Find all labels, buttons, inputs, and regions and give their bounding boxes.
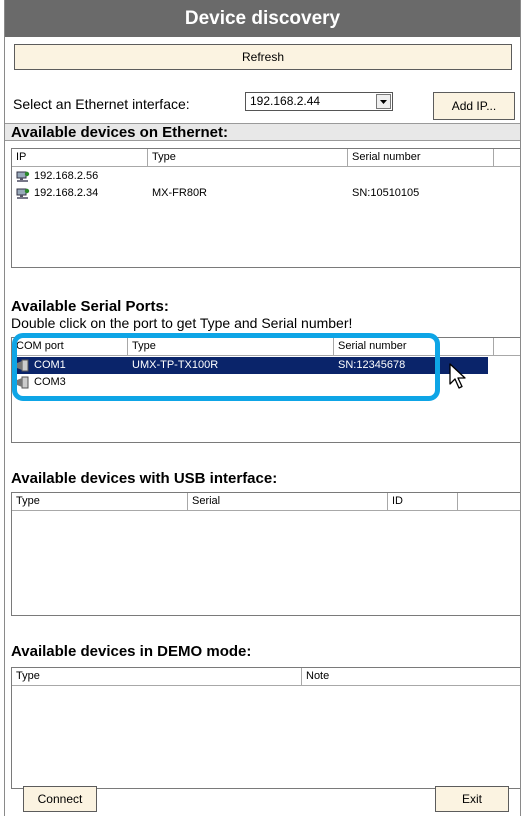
column-header-type[interactable]: Type: [12, 668, 302, 685]
serial-port-icon: [17, 359, 29, 372]
mouse-cursor-icon: [449, 363, 466, 389]
ethernet-device-row[interactable]: 192.168.2.34 MX-FR80R SN:10510105: [12, 185, 520, 202]
serial-port-name: COM3: [34, 376, 66, 388]
device-type: MX-FR80R: [152, 187, 208, 199]
demo-section-title: Available devices in DEMO mode:: [11, 643, 252, 660]
ethernet-interface-value: 192.168.2.44: [250, 94, 321, 108]
ethernet-section-title: Available devices on Ethernet:: [5, 123, 520, 141]
add-ip-button[interactable]: Add IP...: [433, 92, 515, 120]
device-ip: 192.168.2.34: [34, 187, 99, 199]
serial-section-title: Available Serial Ports:: [11, 298, 169, 315]
device-ip: 192.168.2.56: [34, 170, 99, 182]
column-header-com-port[interactable]: COM port: [12, 338, 128, 355]
ethernet-list-header: IP Type Serial number: [12, 149, 520, 167]
serial-port-list[interactable]: COM port Type Serial number COM1 UMX-TP-…: [11, 337, 520, 443]
serial-port-name: COM1: [34, 359, 66, 371]
device-serial: SN:10510105: [352, 187, 420, 199]
usb-section-title: Available devices with USB interface:: [11, 470, 278, 487]
serial-device-type: UMX-TP-TX100R: [132, 359, 219, 371]
column-header-type[interactable]: Type: [128, 338, 334, 355]
column-header-serial[interactable]: Serial: [188, 493, 388, 510]
ethernet-device-list[interactable]: IP Type Serial number 192.168.2.56 192.1…: [11, 148, 520, 268]
usb-device-list[interactable]: Type Serial ID: [11, 492, 520, 616]
serial-device-serial: SN:12345678: [338, 359, 406, 371]
serial-port-icon: [17, 376, 29, 389]
demo-device-list[interactable]: Type Note: [11, 667, 520, 789]
demo-list-header: Type Note: [12, 668, 520, 686]
serial-hint: Double click on the port to get Type and…: [11, 315, 353, 331]
column-header-serial[interactable]: Serial number: [334, 338, 494, 355]
column-header-ip[interactable]: IP: [12, 149, 148, 166]
chevron-down-icon[interactable]: [376, 94, 391, 109]
window-title: Device discovery: [5, 0, 520, 37]
column-header-type[interactable]: Type: [12, 493, 188, 510]
column-header-id[interactable]: ID: [388, 493, 458, 510]
network-device-icon: [16, 188, 30, 199]
ethernet-device-row[interactable]: 192.168.2.56: [12, 168, 520, 185]
connect-button[interactable]: Connect: [23, 786, 97, 812]
column-header-note[interactable]: Note: [302, 668, 520, 685]
ethernet-interface-select[interactable]: 192.168.2.44: [245, 92, 393, 111]
network-device-icon: [16, 171, 30, 182]
column-header-type[interactable]: Type: [148, 149, 348, 166]
serial-port-row[interactable]: COM3: [12, 374, 520, 391]
interface-select-label: Select an Ethernet interface:: [13, 96, 190, 112]
usb-list-header: Type Serial ID: [12, 493, 520, 511]
serial-list-header: COM port Type Serial number: [12, 338, 520, 356]
refresh-button[interactable]: Refresh: [14, 44, 512, 70]
column-header-serial[interactable]: Serial number: [348, 149, 494, 166]
exit-button[interactable]: Exit: [435, 786, 509, 812]
serial-port-row-selected[interactable]: COM1 UMX-TP-TX100R SN:12345678: [12, 357, 488, 374]
device-discovery-window: Device discovery Refresh Select an Ether…: [4, 0, 521, 816]
